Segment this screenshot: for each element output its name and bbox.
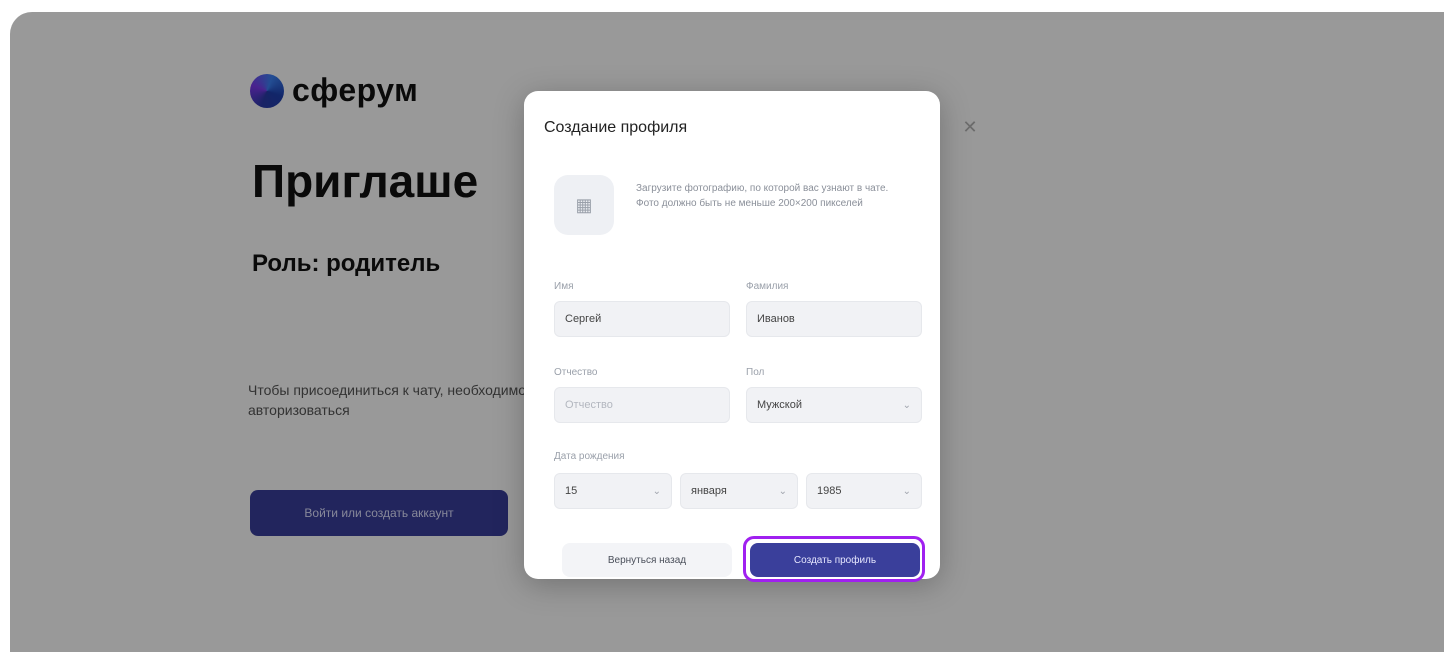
- chevron-down-icon: ⌄: [902, 485, 911, 497]
- birth-year-select[interactable]: 1985 ⌄: [806, 473, 922, 509]
- chevron-down-icon: ⌄: [902, 399, 911, 411]
- last-name-input[interactable]: Иванов: [746, 301, 922, 337]
- modal-title: Создание профиля: [544, 119, 688, 136]
- patronymic-placeholder: Отчество: [565, 399, 613, 411]
- birth-day-select[interactable]: 15 ⌄: [554, 473, 672, 509]
- camera-icon: ▦: [575, 194, 593, 215]
- first-name-input[interactable]: Сергей: [554, 301, 730, 337]
- gender-label: Пол: [746, 367, 765, 378]
- chevron-down-icon: ⌄: [652, 485, 661, 497]
- back-button[interactable]: Вернуться назад: [562, 543, 732, 577]
- create-profile-modal: Создание профиля ✕ ▦ Загрузите фотографи…: [524, 91, 978, 582]
- birth-month-select[interactable]: января ⌄: [680, 473, 798, 509]
- close-icon[interactable]: ✕: [960, 117, 980, 137]
- create-profile-button[interactable]: Создать профиль: [750, 543, 920, 577]
- birth-month-value: января: [691, 485, 727, 497]
- gender-select[interactable]: Мужской ⌄: [746, 387, 922, 423]
- birth-day-value: 15: [565, 485, 578, 497]
- patronymic-label: Отчество: [554, 367, 598, 378]
- photo-hint: Загрузите фотографию, по которой вас узн…: [636, 183, 889, 209]
- gender-value: Мужской: [757, 399, 802, 411]
- first-name-value: Сергей: [565, 313, 602, 325]
- photo-upload[interactable]: ▦: [554, 175, 614, 235]
- browser-frame: сферум Приглаше Роль: родитель Чтобы при…: [10, 12, 1444, 652]
- birth-year-value: 1985: [817, 485, 842, 497]
- first-name-label: Имя: [554, 281, 574, 292]
- last-name-value: Иванов: [757, 313, 795, 325]
- last-name-label: Фамилия: [746, 281, 789, 292]
- patronymic-input[interactable]: Отчество: [554, 387, 730, 423]
- birth-date-label: Дата рождения: [554, 451, 625, 462]
- chevron-down-icon: ⌄: [778, 485, 787, 497]
